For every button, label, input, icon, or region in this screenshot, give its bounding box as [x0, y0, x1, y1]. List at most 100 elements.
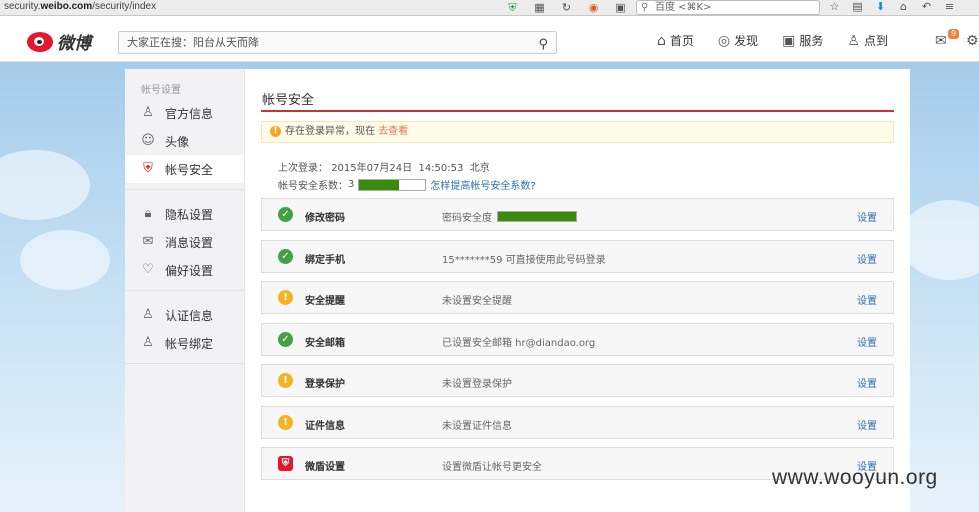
- reload-icon[interactable]: ↻: [560, 1, 573, 14]
- row-set-link[interactable]: 设置: [857, 209, 877, 224]
- row-set-link[interactable]: 设置: [857, 375, 877, 390]
- weidun-shield-icon: ⛨: [278, 456, 293, 471]
- browser-search-input[interactable]: ⚲ 百度 <⌘K>: [636, 0, 820, 15]
- page-title: 帐号安全: [262, 93, 315, 108]
- sidebar-item-label: 帐号绑定: [165, 336, 214, 351]
- message-icon: ✉: [142, 234, 154, 249]
- library-icon[interactable]: ▤: [851, 0, 864, 13]
- sidebar-item-preferences[interactable]: ♡ 偏好设置: [125, 256, 244, 284]
- score-label: 帐号安全系数：: [278, 181, 348, 192]
- home-icon[interactable]: ⌂: [897, 0, 910, 13]
- extension-icon[interactable]: ◉: [587, 1, 600, 14]
- search-icon[interactable]: ⚲: [538, 34, 548, 55]
- verified-user-icon: ♙: [142, 307, 154, 322]
- heart-settings-icon: ♡: [142, 262, 154, 277]
- qr-code-icon[interactable]: ▦: [533, 1, 546, 14]
- weibo-logo[interactable]: 微博: [27, 29, 91, 54]
- shield-check-icon[interactable]: ⛨: [506, 1, 519, 14]
- row-name: 登录保护: [305, 379, 345, 390]
- last-login-time: 14:50:53: [418, 163, 464, 174]
- bookmark-star-icon[interactable]: ☆: [828, 0, 841, 13]
- weibo-eye-icon: [27, 31, 53, 52]
- cloud-decoration: [0, 150, 90, 220]
- sidebar-item-label: 偏好设置: [165, 263, 214, 278]
- row-desc: 未设置登录保护: [442, 379, 512, 390]
- alert-view-link[interactable]: 去查看: [378, 126, 408, 137]
- back-icon[interactable]: ↶: [920, 0, 933, 13]
- top-nav: 微博 大家正在搜：阳台从天而降 ⚲ ⌂ 首页 ◎ 发现 ▣ 服务 ♙ 点到 ✉ 9 ⚙: [0, 16, 979, 62]
- score-value: 3: [348, 179, 355, 190]
- sidebar-item-avatar[interactable]: ☺ 头像: [125, 127, 244, 155]
- sidebar-item-messages[interactable]: ✉ 消息设置: [125, 228, 244, 256]
- row-set-link[interactable]: 设置: [857, 251, 877, 266]
- download-icon[interactable]: ⬇: [874, 0, 887, 13]
- row-name: 微盾设置: [305, 462, 345, 473]
- row-desc: 未设置证件信息: [442, 420, 512, 432]
- security-row-login-protection: ! 登录保护 未设置登录保护 设置: [261, 364, 894, 397]
- gear-icon[interactable]: ⚙: [966, 33, 979, 49]
- last-login-label: 上次登录：: [278, 163, 328, 174]
- address-bar[interactable]: security.weibo.com/security/index: [0, 0, 490, 15]
- avatar-icon: ☺: [141, 133, 155, 148]
- row-desc: 未设置安全提醒: [442, 296, 512, 307]
- sidebar-item-privacy[interactable]: 🔒︎ 隐私设置: [125, 200, 244, 228]
- row-desc: 已设置安全邮箱 hr@diandao.org: [442, 337, 596, 349]
- logo-text: 微博: [57, 34, 91, 54]
- password-strength-bar: [497, 211, 577, 222]
- reader-icon[interactable]: ▣: [614, 1, 627, 14]
- sidebar-item-official-info[interactable]: ♙ 官方信息: [125, 99, 244, 127]
- title-divider: [261, 110, 894, 112]
- sidebar-item-verification[interactable]: ♙ 认证信息: [125, 301, 244, 329]
- alert-text: 存在登录异常，现在: [285, 126, 375, 137]
- warning-icon: !: [270, 126, 281, 137]
- check-icon: ✓: [278, 248, 293, 264]
- watermark-text: www.wooyun.org: [772, 466, 938, 489]
- nav-profile[interactable]: ♙ 点到: [847, 32, 888, 49]
- sidebar-item-label: 帐号安全: [165, 162, 214, 177]
- row-name: 修改密码: [305, 213, 345, 224]
- sidebar-item-label: 认证信息: [165, 308, 214, 323]
- user-icon: ♙: [847, 32, 860, 49]
- bind-user-icon: ♙: [142, 335, 154, 350]
- security-panel: 帐号安全 ! 存在登录异常，现在 去查看 上次登录： 2015年07月24日 1…: [245, 69, 910, 512]
- security-score: 帐号安全系数： 3 怎样提高帐号安全系数?: [278, 177, 536, 192]
- search-input[interactable]: 大家正在搜：阳台从天而降 ⚲: [118, 31, 557, 54]
- row-set-link[interactable]: 设置: [857, 334, 877, 349]
- cloud-decoration: [900, 200, 979, 280]
- sidebar-item-account-binding[interactable]: ♙ 帐号绑定: [125, 329, 244, 357]
- cloud-decoration: [20, 230, 110, 290]
- row-set-link[interactable]: 设置: [857, 292, 877, 307]
- row-name: 绑定手机: [305, 254, 345, 266]
- compass-icon: ◎: [717, 32, 731, 49]
- row-desc: 设置微盾让帐号更安全: [442, 462, 542, 473]
- row-desc: 密码安全度: [442, 209, 577, 224]
- browser-search-placeholder: 百度 <⌘K>: [655, 2, 712, 13]
- last-login-date: 2015年07月24日: [331, 163, 413, 174]
- warning-icon: !: [278, 373, 293, 388]
- url-prefix: security.: [4, 1, 41, 12]
- nav-discover[interactable]: ◎ 发现: [718, 32, 758, 49]
- nav-label: 点到: [863, 34, 888, 48]
- row-desc-text: 密码安全度: [442, 213, 492, 224]
- last-login-info: 上次登录： 2015年07月24日 14:50:53 北京: [278, 159, 490, 174]
- row-set-link[interactable]: 设置: [857, 417, 877, 432]
- url-path: /security/index: [92, 1, 157, 12]
- sidebar-item-label: 消息设置: [165, 235, 214, 250]
- nav-service[interactable]: ▣ 服务: [782, 32, 823, 49]
- nav-home[interactable]: ⌂ 首页: [657, 32, 694, 49]
- nav-label: 发现: [734, 34, 759, 48]
- security-row-email: ✓ 安全邮箱 已设置安全邮箱 hr@diandao.org 设置: [261, 322, 894, 356]
- browser-toolbar: security.weibo.com/security/index ⛨ ▦ ↻ …: [0, 0, 979, 16]
- warning-icon: !: [278, 414, 293, 430]
- security-row-password: ✓ 修改密码 密码安全度 设置: [261, 198, 894, 231]
- sidebar-group-title: 帐号设置: [141, 85, 181, 96]
- score-help-link[interactable]: 怎样提高帐号安全系数?: [430, 177, 535, 192]
- menu-icon[interactable]: ≡: [943, 0, 956, 13]
- mail-icon[interactable]: ✉: [935, 33, 947, 49]
- row-desc: 15*******59 可直接使用此号码登录: [442, 254, 606, 266]
- sidebar-item-label: 头像: [165, 134, 190, 149]
- sidebar-item-label: 隐私设置: [165, 207, 214, 222]
- sidebar-item-account-security[interactable]: ⛨ 帐号安全: [125, 155, 244, 183]
- check-icon: ✓: [278, 331, 293, 347]
- row-name: 证件信息: [305, 420, 345, 432]
